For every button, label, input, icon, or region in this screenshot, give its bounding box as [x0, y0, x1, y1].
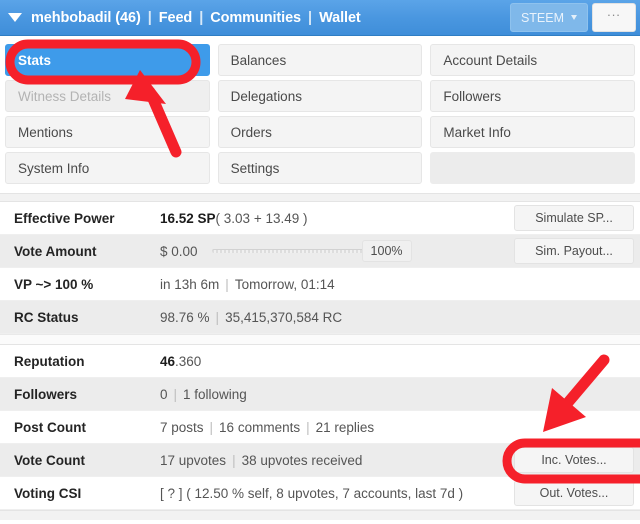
tab-mentions[interactable]: Mentions: [5, 116, 210, 148]
tab-account-details[interactable]: Account Details: [430, 44, 635, 76]
tab-stats[interactable]: Stats: [5, 44, 210, 76]
row-action-cell: [514, 378, 640, 410]
row-label: Effective Power: [14, 210, 115, 226]
value-separator: |: [173, 386, 178, 402]
row-value: 7 posts | 16 comments | 21 replies: [146, 411, 514, 443]
vp-eta-relative: in 13h 6m: [160, 276, 220, 292]
row-label: Reputation: [14, 353, 85, 369]
chevron-down-icon: [571, 15, 577, 20]
table-row-vote-amount: Vote Amount $ 0.00 100% Sim. Payout...: [0, 235, 640, 268]
table-row-effective-power: Effective Power 16.52 SP ( 3.03 + 13.49 …: [0, 202, 640, 235]
sim-payout-button[interactable]: Sim. Payout...: [514, 238, 634, 264]
replies-count: 21 replies: [315, 419, 375, 435]
row-value: in 13h 6m | Tomorrow, 01:14: [146, 268, 514, 300]
row-value: 0 | 1 following: [146, 378, 514, 410]
username-link[interactable]: mehbobadil (46): [31, 10, 141, 26]
tab-settings[interactable]: Settings: [217, 152, 423, 184]
tab-balances[interactable]: Balances: [217, 44, 423, 76]
tab-witness-details: Witness Details: [5, 80, 210, 112]
row-action-cell: [514, 345, 640, 377]
caret-down-icon[interactable]: [8, 13, 22, 22]
following-count: 1 following: [183, 386, 247, 402]
stats-table-bottom: Reputation 46.360 Followers 0 | 1 follow…: [0, 345, 640, 510]
tab-system-info[interactable]: System Info: [5, 152, 210, 184]
incoming-votes-button[interactable]: Inc. Votes...: [514, 447, 634, 473]
top-navigation-bar: mehbobadil (46) | Feed | Communities | W…: [0, 0, 640, 36]
outgoing-votes-button[interactable]: Out. Votes...: [514, 480, 634, 506]
row-label: RC Status: [14, 309, 79, 325]
stats-table-top: Effective Power 16.52 SP ( 3.03 + 13.49 …: [0, 202, 640, 334]
simulate-sp-button[interactable]: Simulate SP...: [514, 205, 634, 231]
tab-placeholder: [430, 152, 635, 184]
row-action-cell: Out. Votes...: [514, 477, 640, 509]
effective-power-amount: 16.52 SP: [160, 210, 216, 226]
app-window: mehbobadil (46) | Feed | Communities | W…: [0, 0, 640, 524]
value-separator: |: [225, 276, 229, 292]
nav-link-feed[interactable]: Feed: [159, 10, 193, 26]
tab-grid: Stats Balances Account Details Witness D…: [0, 36, 640, 193]
table-row-vp-recovery: VP ~> 100 % in 13h 6m | Tomorrow, 01:14: [0, 268, 640, 301]
row-value: 46.360: [146, 345, 514, 377]
row-label: Followers: [14, 386, 78, 402]
tab-orders[interactable]: Orders: [217, 116, 423, 148]
tab-followers[interactable]: Followers: [430, 80, 635, 112]
row-action-cell: [514, 268, 640, 300]
value-separator: |: [215, 309, 220, 325]
tab-market-info[interactable]: Market Info: [430, 116, 635, 148]
row-action-cell: Sim. Payout...: [514, 235, 640, 267]
nav-separator-3: |: [308, 9, 313, 26]
row-action-cell: [514, 301, 640, 333]
table-row-voting-csi: Voting CSI [ ? ] ( 12.50 % self, 8 upvot…: [0, 477, 640, 510]
row-value: 16.52 SP ( 3.03 + 13.49 ): [146, 202, 514, 234]
row-label: Voting CSI: [14, 485, 82, 501]
value-separator: |: [209, 419, 214, 435]
row-label: Post Count: [14, 419, 86, 435]
reputation-decimals: .360: [175, 353, 202, 369]
table-row-post-count: Post Count 7 posts | 16 comments | 21 re…: [0, 411, 640, 444]
chain-selector-label: STEEM: [520, 10, 564, 25]
posts-count: 7 posts: [160, 419, 204, 435]
comments-count: 16 comments: [219, 419, 301, 435]
value-separator: |: [306, 419, 310, 435]
upvotes-received: 38 upvotes received: [241, 452, 363, 468]
chain-selector-button[interactable]: STEEM: [509, 3, 588, 32]
row-label: VP ~> 100 %: [14, 276, 94, 292]
row-value: 17 upvotes | 38 upvotes received: [146, 444, 514, 476]
value-separator: |: [232, 452, 236, 468]
section-divider: [0, 193, 640, 202]
row-value: $ 0.00 100%: [146, 235, 514, 267]
followers-count: 0: [160, 386, 168, 402]
bottom-strip: [0, 510, 640, 520]
upvotes-given: 17 upvotes: [160, 452, 227, 468]
tab-delegations[interactable]: Delegations: [217, 80, 423, 112]
rc-percent: 98.76 %: [160, 309, 210, 325]
nav-separator-2: |: [199, 9, 204, 26]
nav-links-group: mehbobadil (46) | Feed | Communities | W…: [8, 10, 510, 26]
row-action-cell: Inc. Votes...: [514, 444, 640, 476]
vote-weight-slider[interactable]: 100%: [211, 240, 412, 262]
vote-amount-value: $ 0.00: [160, 243, 198, 259]
more-menu-button[interactable]: ...: [592, 3, 636, 32]
slider-value-badge: 100%: [361, 240, 412, 262]
row-label: Vote Count: [14, 452, 85, 468]
slider-track[interactable]: [211, 249, 368, 253]
nav-link-communities[interactable]: Communities: [210, 10, 301, 26]
vp-eta-absolute: Tomorrow, 01:14: [234, 276, 335, 292]
row-action-cell: [514, 411, 640, 443]
table-row-vote-count: Vote Count 17 upvotes | 38 upvotes recei…: [0, 444, 640, 477]
row-action-cell: Simulate SP...: [514, 202, 640, 234]
row-value: [ ? ] ( 12.50 % self, 8 upvotes, 7 accou…: [160, 485, 464, 501]
table-row-rc-status: RC Status 98.76 % | 35,415,370,584 RC: [0, 301, 640, 334]
table-row-followers: Followers 0 | 1 following: [0, 378, 640, 411]
rc-absolute: 35,415,370,584 RC: [225, 309, 343, 325]
reputation-integer: 46: [160, 353, 176, 369]
table-section-divider: [0, 334, 640, 345]
row-label: Vote Amount: [14, 243, 97, 259]
row-value: 98.76 % | 35,415,370,584 RC: [146, 301, 514, 333]
nav-separator-1: |: [147, 9, 152, 26]
header-actions-group: STEEM ...: [509, 0, 636, 35]
table-row-reputation: Reputation 46.360: [0, 345, 640, 378]
effective-power-breakdown: ( 3.03 + 13.49 ): [215, 210, 308, 226]
nav-link-wallet[interactable]: Wallet: [319, 10, 361, 26]
